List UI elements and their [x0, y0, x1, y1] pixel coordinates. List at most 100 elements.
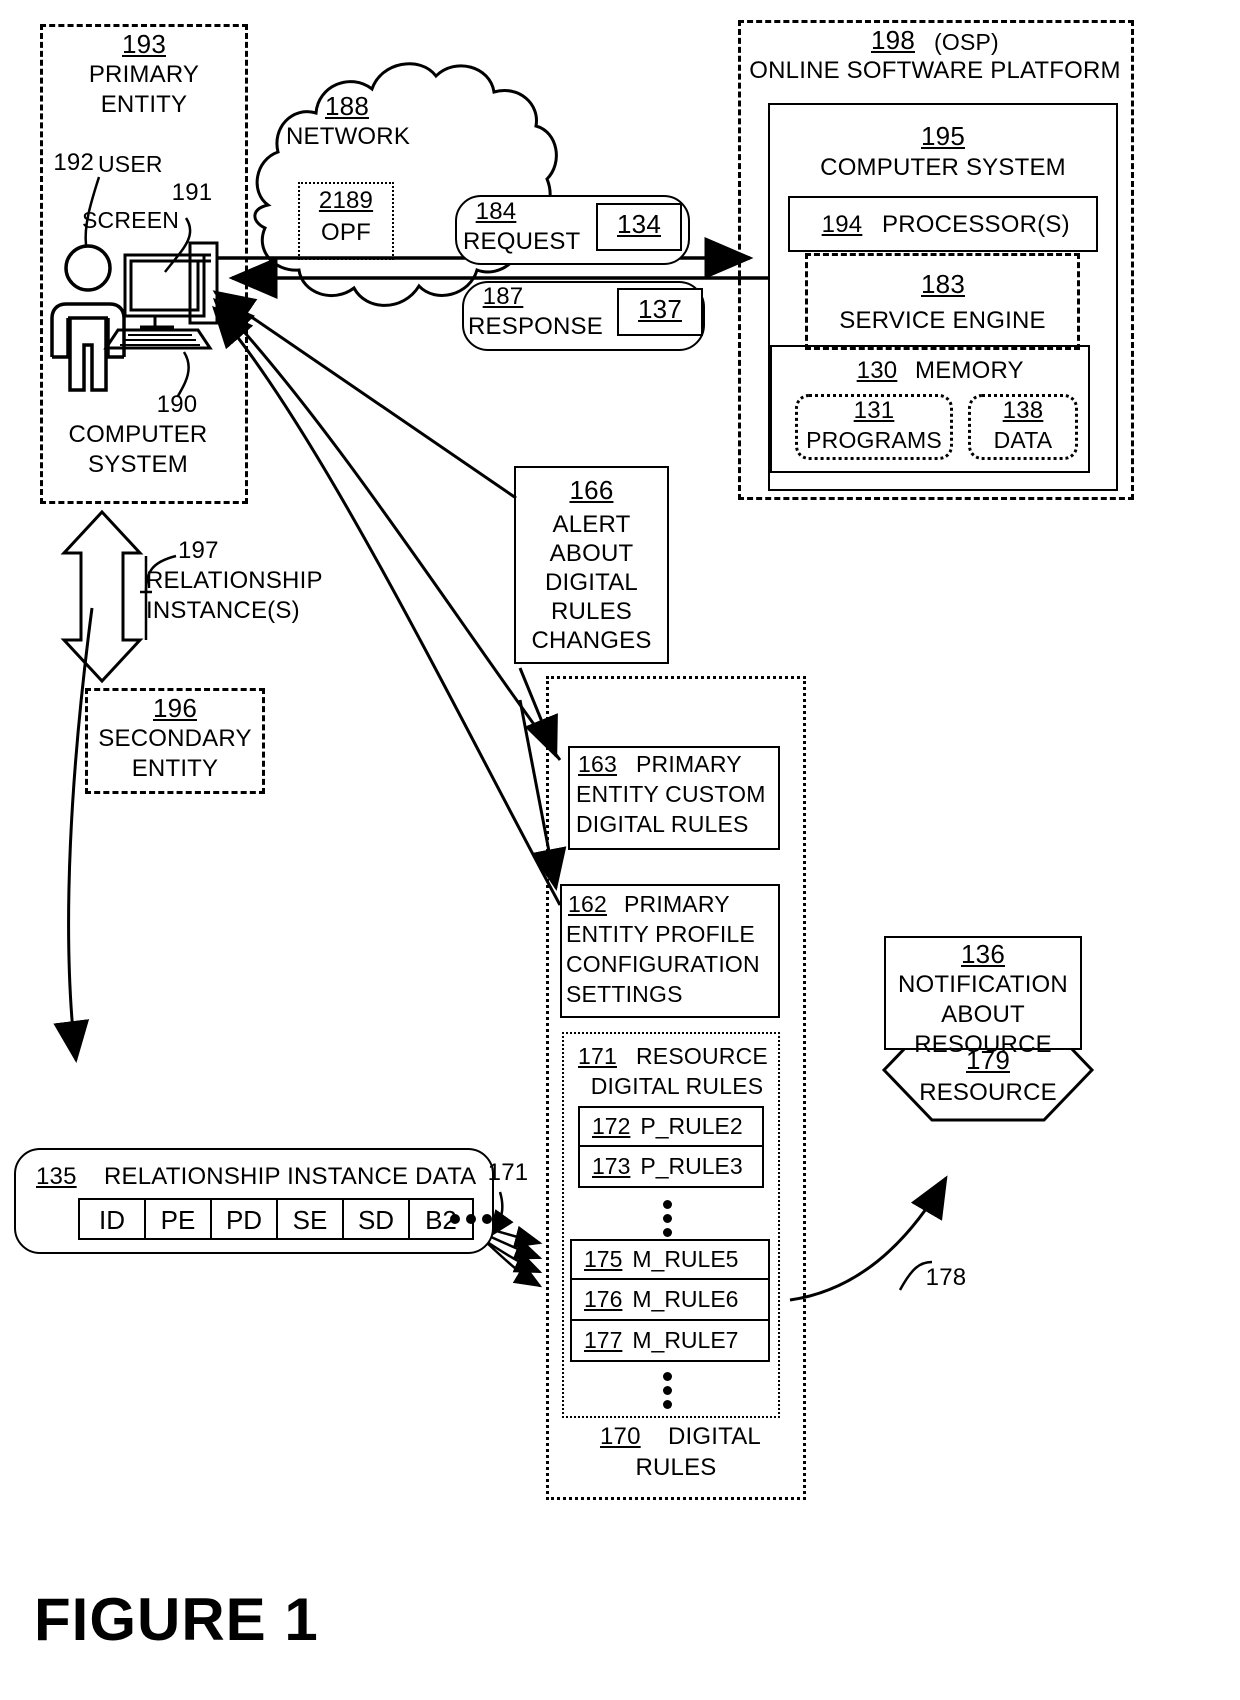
processors-ref: 194 [821, 211, 863, 238]
primary-entity-ref: 193 [122, 29, 166, 59]
opf-ref: 2189 [318, 187, 374, 214]
notification-line2: ABOUT [941, 1001, 1025, 1028]
rule-row-176[interactable]: 176 M_RULE6 [570, 1280, 770, 1321]
screen-label: SCREEN [82, 207, 180, 233]
alert-line-5: CHANGES [531, 627, 652, 654]
instance-data-columns: ID PE PD SE SD B2 [78, 1198, 474, 1240]
rules-ellipsis-bottom-icon [663, 1372, 672, 1409]
request-ref: 184 [475, 198, 517, 225]
secondary-entity-ref: 196 [153, 693, 197, 723]
osp-ref: 198 [871, 25, 915, 55]
column-se: SE [276, 1198, 342, 1240]
service-engine-box [805, 253, 1080, 350]
alert-line-3: DIGITAL [545, 569, 638, 596]
response-payload-ref: 137 [638, 294, 682, 324]
rule-176-name: M_RULE6 [632, 1286, 739, 1312]
rule-row-177[interactable]: 177 M_RULE7 [570, 1321, 770, 1362]
alert-line-4: RULES [550, 598, 633, 625]
rule-172-name: P_RULE2 [640, 1113, 743, 1139]
column-sd: SD [342, 1198, 408, 1240]
resource-digital-rules-ref: 171 [578, 1043, 617, 1069]
rule-row-173[interactable]: 173 P_RULE3 [578, 1147, 764, 1188]
processors-label: PROCESSOR(S) [882, 211, 1070, 238]
rule-176-ref: 176 [584, 1286, 623, 1312]
service-engine-ref: 183 [921, 269, 965, 299]
digital-rules-line1: DIGITAL [668, 1423, 761, 1450]
rule-row-175[interactable]: 175 M_RULE5 [570, 1239, 770, 1280]
custom-digital-rules-line3: DIGITAL RULES [576, 811, 749, 837]
rule-173-name: P_RULE3 [640, 1153, 743, 1179]
data-ref: 138 [1002, 397, 1044, 424]
network-ref: 188 [325, 91, 369, 121]
rule-173-ref: 173 [592, 1153, 631, 1179]
relationship-instance-data-ref: 135 [36, 1163, 77, 1190]
request-payload-ref: 134 [617, 209, 661, 239]
relationship-instance-double-arrow [60, 509, 144, 684]
relationship-instances-line1: RELATIONSHIP [146, 567, 323, 594]
rule-175-name: M_RULE5 [632, 1246, 739, 1272]
alert-line-2: ABOUT [549, 540, 634, 567]
resource-rules-pointer-ref: 171 [487, 1159, 529, 1186]
rules-ellipsis-top-icon [663, 1200, 672, 1237]
rule-172-ref: 172 [592, 1113, 631, 1139]
entities-to-instance-data-arrow [53, 607, 94, 1063]
computer-system-190-line1: COMPUTER [68, 421, 208, 448]
osp-title: ONLINE SOFTWARE PLATFORM [749, 57, 1121, 84]
primary-entity-label-line1: PRIMARY [88, 61, 200, 88]
relationship-instances-ref: 197 [178, 537, 219, 564]
user-label: USER [98, 151, 163, 177]
memory-label: MEMORY [915, 357, 1024, 384]
user-ref: 192 [53, 149, 94, 176]
column-id: ID [78, 1198, 144, 1240]
rule-175-ref: 175 [584, 1246, 623, 1272]
custom-digital-rules-line1: PRIMARY [636, 751, 742, 777]
primary-entity-label-line2: ENTITY [100, 91, 188, 118]
digital-rules-line2: RULES [635, 1454, 717, 1481]
notification-ref: 136 [961, 939, 1005, 969]
resource-label: RESOURCE [919, 1079, 1057, 1106]
computer-system-190-line2: SYSTEM [88, 451, 188, 478]
rule-row-172[interactable]: 172 P_RULE2 [578, 1106, 764, 1147]
notification-line1: NOTIFICATION [898, 971, 1068, 998]
figure-caption: FIGURE 1 [34, 1586, 319, 1653]
memory-ref: 130 [856, 357, 898, 384]
osp-computer-system-label: COMPUTER SYSTEM [820, 154, 1066, 181]
screen-ref: 191 [171, 179, 213, 206]
column-pe: PE [144, 1198, 210, 1240]
profile-configuration-line4: SETTINGS [566, 981, 683, 1007]
data-label: DATA [993, 427, 1053, 453]
instance-data-more-dots-icon [450, 1214, 492, 1224]
custom-digital-rules-ref: 163 [578, 751, 617, 777]
network-label: NETWORK [285, 123, 411, 150]
column-pd: PD [210, 1198, 276, 1240]
request-label: REQUEST [463, 228, 581, 255]
custom-rules-to-screen-arrow [212, 297, 562, 761]
programs-label: PROGRAMS [806, 427, 942, 453]
digital-rules-ref: 170 [600, 1423, 641, 1450]
profile-configuration-line2: ENTITY PROFILE [566, 921, 755, 947]
opf-label: OPF [321, 219, 371, 246]
computer-system-190-ref: 190 [156, 391, 198, 418]
programs-ref: 131 [853, 397, 895, 424]
secondary-entity-line2: ENTITY [131, 755, 219, 782]
resource-digital-rules-line2: DIGITAL RULES [590, 1073, 764, 1099]
patent-figure-1: 193 PRIMARY ENTITY 192 USER 191 SCREEN 1… [0, 0, 1240, 1700]
osp-computer-system-ref: 195 [921, 121, 965, 151]
resource-ref: 179 [966, 1045, 1010, 1075]
rule-177-ref: 177 [584, 1327, 623, 1353]
alert-line-1: ALERT [552, 511, 631, 538]
response-label: RESPONSE [468, 313, 603, 340]
relationship-instance-data-label: RELATIONSHIP INSTANCE DATA [104, 1163, 477, 1190]
profile-configuration-ref: 162 [568, 891, 607, 917]
rule-177-name: M_RULE7 [632, 1327, 739, 1353]
resource-arrow-ref: 178 [925, 1264, 967, 1291]
profile-configuration-line3: CONFIGURATION [566, 951, 760, 977]
service-engine-label: SERVICE ENGINE [839, 307, 1046, 334]
osp-abbrev: (OSP) [934, 29, 999, 55]
alert-ref: 166 [569, 475, 614, 505]
response-ref: 187 [482, 283, 524, 310]
secondary-entity-line1: SECONDARY [98, 725, 252, 752]
profile-configuration-line1: PRIMARY [624, 891, 730, 917]
relationship-instances-line2: INSTANCE(S) [146, 597, 300, 624]
custom-digital-rules-line2: ENTITY CUSTOM [576, 781, 766, 807]
